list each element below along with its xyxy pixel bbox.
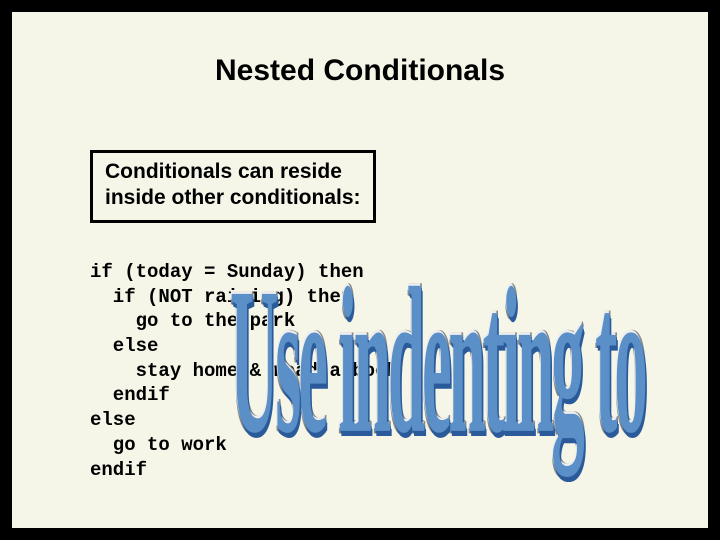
code-example: if (today = Sunday) then if (NOT raining… [90,260,398,482]
statement-line-2: inside other conditionals: [105,185,361,211]
statement-box: Conditionals can reside inside other con… [90,150,376,223]
slide-title: Nested Conditionals [12,54,708,88]
statement-line-1: Conditionals can reside [105,159,361,185]
slide: Nested Conditionals Conditionals can res… [12,12,708,528]
